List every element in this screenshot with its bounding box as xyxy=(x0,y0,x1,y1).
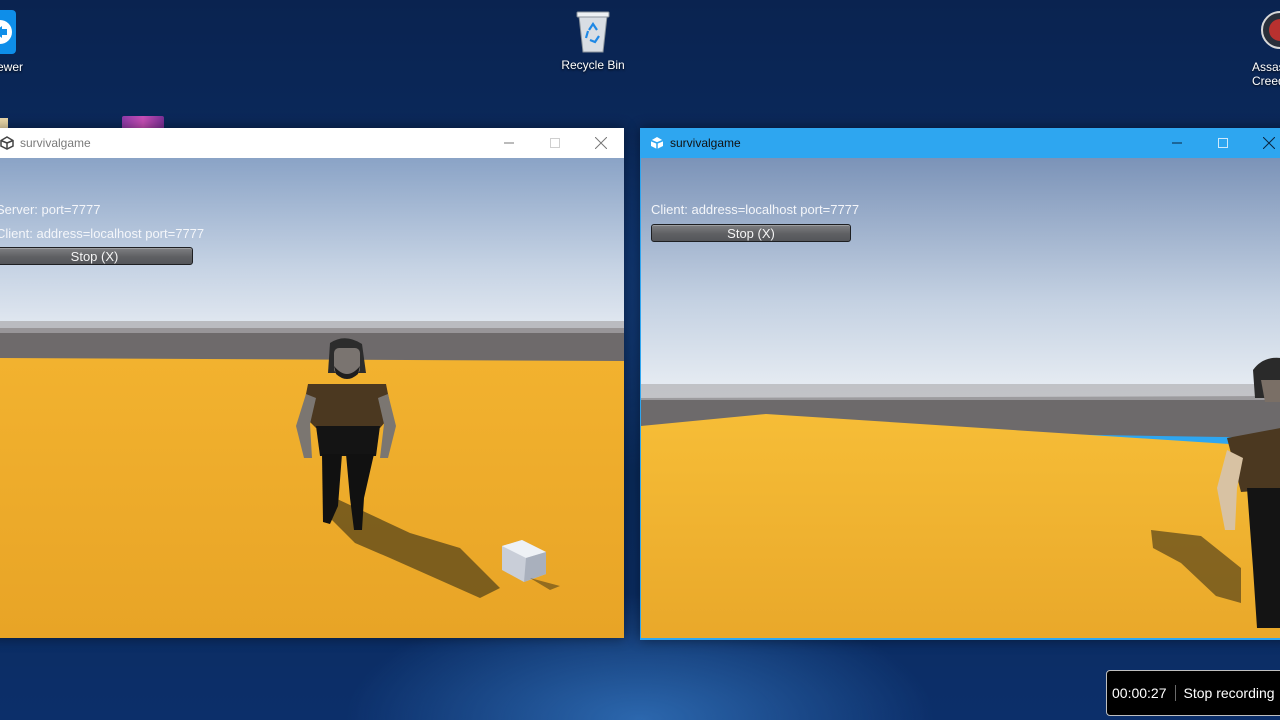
close-button[interactable] xyxy=(578,128,624,158)
stop-button[interactable]: Stop (X) xyxy=(651,224,851,242)
server-status-text: Server: port=7777 xyxy=(0,202,101,217)
maximize-icon xyxy=(550,138,560,148)
window-title: survivalgame xyxy=(20,136,91,150)
desktop-icon-label: Assassi xyxy=(1252,60,1280,74)
maximize-button[interactable] xyxy=(1200,128,1246,158)
maximize-icon xyxy=(1218,138,1228,148)
close-button[interactable] xyxy=(1246,128,1280,158)
minimize-button[interactable] xyxy=(486,128,532,158)
window-titlebar[interactable]: survivalgame xyxy=(640,128,1280,158)
client-status-text: Client: address=localhost port=7777 xyxy=(651,202,860,217)
teamviewer-icon xyxy=(0,10,16,54)
desktop-icon-recycle-bin[interactable]: Recycle Bin xyxy=(553,8,633,72)
close-icon xyxy=(1263,137,1275,149)
minimize-icon xyxy=(1172,142,1182,144)
desktop-icon-teamviewer[interactable]: ewer xyxy=(0,8,40,74)
game-shortcut-icon xyxy=(1261,11,1280,49)
server-game-window[interactable]: survivalgame Server: port=7777 Client: a… xyxy=(0,128,624,638)
window-titlebar[interactable]: survivalgame xyxy=(0,128,624,158)
recording-widget: 00:00:27 Stop recording xyxy=(1106,670,1280,716)
maximize-button[interactable] xyxy=(532,128,578,158)
minimize-button[interactable] xyxy=(1154,128,1200,158)
close-icon xyxy=(595,137,607,149)
recycle-bin-icon xyxy=(576,11,610,53)
desktop-icon-label: ewer xyxy=(0,60,23,74)
unity-icon xyxy=(0,136,14,150)
stop-recording-button[interactable]: Stop recording xyxy=(1176,685,1275,701)
desktop-icon-label: Recycle Bin xyxy=(561,58,625,72)
stop-button[interactable]: Stop (X) xyxy=(0,247,193,265)
recording-timer: 00:00:27 xyxy=(1107,685,1176,701)
minimize-icon xyxy=(504,142,514,144)
desktop-icon-label-line2: Creed U xyxy=(1252,74,1280,88)
game-viewport[interactable]: Client: address=localhost port=7777 Stop… xyxy=(641,158,1280,638)
client-status-text: Client: address=localhost port=7777 xyxy=(0,226,205,241)
window-title: survivalgame xyxy=(670,136,741,150)
client-game-window[interactable]: survivalgame Client: address=localhost p… xyxy=(640,128,1280,640)
desktop-icon-game-shortcut[interactable]: Assassi Creed U xyxy=(1222,8,1280,88)
game-viewport[interactable]: Server: port=7777 Client: address=localh… xyxy=(0,158,624,638)
unity-icon xyxy=(650,137,664,149)
